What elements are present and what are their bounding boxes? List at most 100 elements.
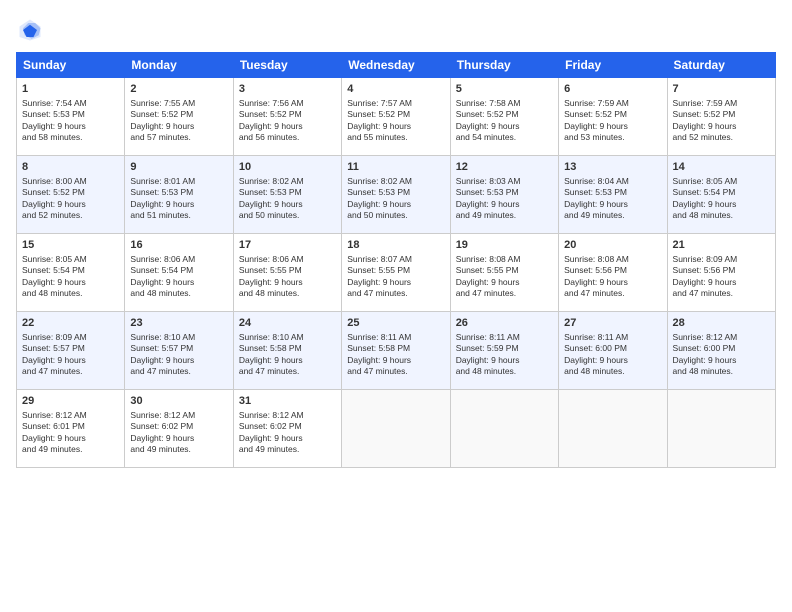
day-info: Sunrise: 7:55 AM Sunset: 5:52 PM Dayligh… [130, 98, 227, 144]
day-number: 5 [456, 82, 553, 97]
day-info: Sunrise: 8:08 AM Sunset: 5:56 PM Dayligh… [564, 254, 661, 300]
day-number: 27 [564, 316, 661, 331]
day-number: 17 [239, 238, 336, 253]
day-cell [450, 390, 558, 468]
day-number: 8 [22, 160, 119, 175]
day-info: Sunrise: 8:02 AM Sunset: 5:53 PM Dayligh… [347, 176, 444, 222]
day-cell: 6Sunrise: 7:59 AM Sunset: 5:52 PM Daylig… [559, 78, 667, 156]
calendar-container: Sunday Monday Tuesday Wednesday Thursday… [0, 0, 792, 612]
day-cell: 22Sunrise: 8:09 AM Sunset: 5:57 PM Dayli… [17, 312, 125, 390]
day-info: Sunrise: 8:02 AM Sunset: 5:53 PM Dayligh… [239, 176, 336, 222]
day-info: Sunrise: 8:05 AM Sunset: 5:54 PM Dayligh… [673, 176, 770, 222]
day-cell: 30Sunrise: 8:12 AM Sunset: 6:02 PM Dayli… [125, 390, 233, 468]
day-number: 13 [564, 160, 661, 175]
day-info: Sunrise: 8:05 AM Sunset: 5:54 PM Dayligh… [22, 254, 119, 300]
day-info: Sunrise: 8:08 AM Sunset: 5:55 PM Dayligh… [456, 254, 553, 300]
col-saturday: Saturday [667, 53, 775, 78]
day-number: 29 [22, 394, 119, 409]
day-info: Sunrise: 7:56 AM Sunset: 5:52 PM Dayligh… [239, 98, 336, 144]
day-cell: 7Sunrise: 7:59 AM Sunset: 5:52 PM Daylig… [667, 78, 775, 156]
day-number: 25 [347, 316, 444, 331]
day-number: 7 [673, 82, 770, 97]
day-cell: 26Sunrise: 8:11 AM Sunset: 5:59 PM Dayli… [450, 312, 558, 390]
day-info: Sunrise: 8:12 AM Sunset: 6:02 PM Dayligh… [130, 410, 227, 456]
day-info: Sunrise: 8:11 AM Sunset: 5:59 PM Dayligh… [456, 332, 553, 378]
week-row-4: 22Sunrise: 8:09 AM Sunset: 5:57 PM Dayli… [17, 312, 776, 390]
day-number: 11 [347, 160, 444, 175]
day-number: 28 [673, 316, 770, 331]
day-number: 12 [456, 160, 553, 175]
logo [16, 16, 48, 44]
day-info: Sunrise: 8:12 AM Sunset: 6:02 PM Dayligh… [239, 410, 336, 456]
day-info: Sunrise: 8:06 AM Sunset: 5:55 PM Dayligh… [239, 254, 336, 300]
day-cell: 1Sunrise: 7:54 AM Sunset: 5:53 PM Daylig… [17, 78, 125, 156]
day-cell: 13Sunrise: 8:04 AM Sunset: 5:53 PM Dayli… [559, 156, 667, 234]
day-info: Sunrise: 7:59 AM Sunset: 5:52 PM Dayligh… [564, 98, 661, 144]
day-number: 22 [22, 316, 119, 331]
day-info: Sunrise: 8:12 AM Sunset: 6:01 PM Dayligh… [22, 410, 119, 456]
day-cell: 21Sunrise: 8:09 AM Sunset: 5:56 PM Dayli… [667, 234, 775, 312]
day-cell: 20Sunrise: 8:08 AM Sunset: 5:56 PM Dayli… [559, 234, 667, 312]
day-number: 24 [239, 316, 336, 331]
day-cell: 4Sunrise: 7:57 AM Sunset: 5:52 PM Daylig… [342, 78, 450, 156]
day-number: 6 [564, 82, 661, 97]
day-number: 3 [239, 82, 336, 97]
header-row: Sunday Monday Tuesday Wednesday Thursday… [17, 53, 776, 78]
day-info: Sunrise: 8:07 AM Sunset: 5:55 PM Dayligh… [347, 254, 444, 300]
day-info: Sunrise: 7:58 AM Sunset: 5:52 PM Dayligh… [456, 98, 553, 144]
col-friday: Friday [559, 53, 667, 78]
day-info: Sunrise: 8:11 AM Sunset: 5:58 PM Dayligh… [347, 332, 444, 378]
day-cell: 19Sunrise: 8:08 AM Sunset: 5:55 PM Dayli… [450, 234, 558, 312]
day-cell: 31Sunrise: 8:12 AM Sunset: 6:02 PM Dayli… [233, 390, 341, 468]
day-info: Sunrise: 7:59 AM Sunset: 5:52 PM Dayligh… [673, 98, 770, 144]
day-info: Sunrise: 8:00 AM Sunset: 5:52 PM Dayligh… [22, 176, 119, 222]
day-cell: 23Sunrise: 8:10 AM Sunset: 5:57 PM Dayli… [125, 312, 233, 390]
day-info: Sunrise: 8:04 AM Sunset: 5:53 PM Dayligh… [564, 176, 661, 222]
day-cell: 27Sunrise: 8:11 AM Sunset: 6:00 PM Dayli… [559, 312, 667, 390]
day-cell: 11Sunrise: 8:02 AM Sunset: 5:53 PM Dayli… [342, 156, 450, 234]
col-monday: Monday [125, 53, 233, 78]
day-cell: 12Sunrise: 8:03 AM Sunset: 5:53 PM Dayli… [450, 156, 558, 234]
col-sunday: Sunday [17, 53, 125, 78]
day-info: Sunrise: 8:06 AM Sunset: 5:54 PM Dayligh… [130, 254, 227, 300]
day-info: Sunrise: 8:11 AM Sunset: 6:00 PM Dayligh… [564, 332, 661, 378]
week-row-3: 15Sunrise: 8:05 AM Sunset: 5:54 PM Dayli… [17, 234, 776, 312]
day-number: 21 [673, 238, 770, 253]
day-cell: 29Sunrise: 8:12 AM Sunset: 6:01 PM Dayli… [17, 390, 125, 468]
day-info: Sunrise: 7:54 AM Sunset: 5:53 PM Dayligh… [22, 98, 119, 144]
day-cell: 2Sunrise: 7:55 AM Sunset: 5:52 PM Daylig… [125, 78, 233, 156]
day-number: 14 [673, 160, 770, 175]
col-wednesday: Wednesday [342, 53, 450, 78]
col-thursday: Thursday [450, 53, 558, 78]
day-cell: 18Sunrise: 8:07 AM Sunset: 5:55 PM Dayli… [342, 234, 450, 312]
day-cell: 25Sunrise: 8:11 AM Sunset: 5:58 PM Dayli… [342, 312, 450, 390]
day-info: Sunrise: 7:57 AM Sunset: 5:52 PM Dayligh… [347, 98, 444, 144]
logo-icon [16, 16, 44, 44]
header [16, 16, 776, 44]
day-info: Sunrise: 8:09 AM Sunset: 5:57 PM Dayligh… [22, 332, 119, 378]
col-tuesday: Tuesday [233, 53, 341, 78]
day-cell: 8Sunrise: 8:00 AM Sunset: 5:52 PM Daylig… [17, 156, 125, 234]
day-cell [342, 390, 450, 468]
day-cell: 28Sunrise: 8:12 AM Sunset: 6:00 PM Dayli… [667, 312, 775, 390]
day-number: 18 [347, 238, 444, 253]
day-cell: 10Sunrise: 8:02 AM Sunset: 5:53 PM Dayli… [233, 156, 341, 234]
day-number: 16 [130, 238, 227, 253]
day-number: 19 [456, 238, 553, 253]
day-number: 31 [239, 394, 336, 409]
day-info: Sunrise: 8:01 AM Sunset: 5:53 PM Dayligh… [130, 176, 227, 222]
day-info: Sunrise: 8:10 AM Sunset: 5:57 PM Dayligh… [130, 332, 227, 378]
week-row-5: 29Sunrise: 8:12 AM Sunset: 6:01 PM Dayli… [17, 390, 776, 468]
day-number: 23 [130, 316, 227, 331]
day-cell: 16Sunrise: 8:06 AM Sunset: 5:54 PM Dayli… [125, 234, 233, 312]
week-row-2: 8Sunrise: 8:00 AM Sunset: 5:52 PM Daylig… [17, 156, 776, 234]
day-cell: 15Sunrise: 8:05 AM Sunset: 5:54 PM Dayli… [17, 234, 125, 312]
day-number: 4 [347, 82, 444, 97]
day-number: 30 [130, 394, 227, 409]
day-cell: 9Sunrise: 8:01 AM Sunset: 5:53 PM Daylig… [125, 156, 233, 234]
day-number: 15 [22, 238, 119, 253]
day-number: 26 [456, 316, 553, 331]
day-number: 20 [564, 238, 661, 253]
day-cell: 17Sunrise: 8:06 AM Sunset: 5:55 PM Dayli… [233, 234, 341, 312]
day-cell [667, 390, 775, 468]
